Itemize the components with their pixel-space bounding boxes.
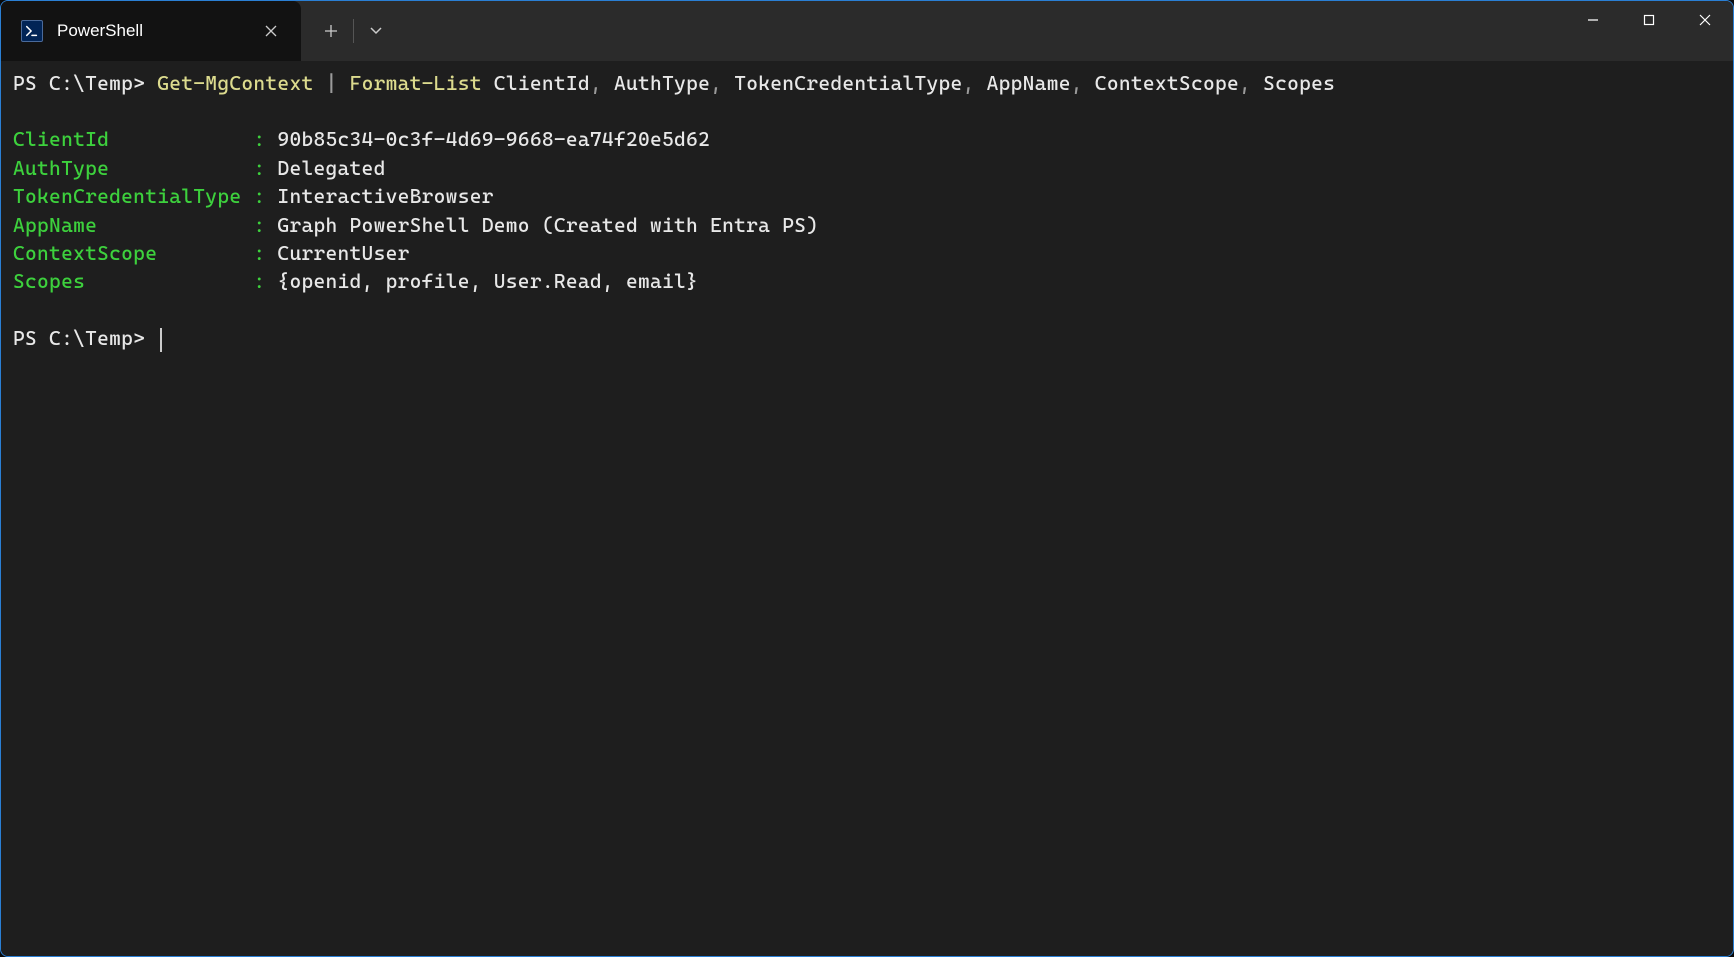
comma-separator: , [590, 71, 602, 95]
command-arg: ContextScope [1083, 71, 1239, 95]
property-name: Scopes : [13, 269, 277, 293]
command-args-prefix [482, 71, 494, 95]
property-name: ClientId : [13, 127, 277, 151]
terminal-window: PowerShell [0, 0, 1734, 957]
command-arg: AppName [975, 71, 1071, 95]
tab-actions [301, 1, 394, 61]
output-row: ClientId : 90b85c34-0c3f-4d69-9668-ea74f… [13, 125, 1721, 153]
command-arg: TokenCredentialType [722, 71, 962, 95]
window-controls [1565, 1, 1733, 61]
minimize-button[interactable] [1565, 1, 1621, 39]
property-value: {openid, profile, User.Read, email} [277, 269, 698, 293]
property-value: 90b85c34-0c3f-4d69-9668-ea74f20e5d62 [277, 127, 710, 151]
command-arg: Scopes [1251, 71, 1335, 95]
comma-separator: , [963, 71, 975, 95]
prompt-line-2: PS C:\Temp> [13, 324, 1721, 352]
tab-powershell[interactable]: PowerShell [1, 1, 301, 61]
command-arg: ClientId [494, 71, 590, 95]
property-name: AuthType : [13, 156, 277, 180]
prompt-text-2: PS C:\Temp> [13, 326, 157, 350]
new-tab-button[interactable] [313, 13, 349, 49]
property-value: Delegated [277, 156, 385, 180]
output-row: Scopes : {openid, profile, User.Read, em… [13, 267, 1721, 295]
cursor [160, 328, 162, 352]
powershell-icon [21, 20, 43, 42]
terminal-body[interactable]: PS C:\Temp> Get-MgContext | Format-List … [1, 61, 1733, 956]
command-name-1: Get-MgContext [157, 71, 313, 95]
titlebar[interactable]: PowerShell [1, 1, 1733, 61]
command-name-2: Format-List [350, 71, 482, 95]
property-name: TokenCredentialType : [13, 184, 277, 208]
comma-separator: , [1071, 71, 1083, 95]
comma-separator: , [1239, 71, 1251, 95]
property-value: InteractiveBrowser [277, 184, 493, 208]
output-row: ContextScope : CurrentUser [13, 239, 1721, 267]
command-arg: AuthType [602, 71, 710, 95]
tab-close-button[interactable] [259, 19, 283, 43]
output-row: AuthType : Delegated [13, 154, 1721, 182]
tab-divider [353, 19, 354, 43]
comma-separator: , [710, 71, 722, 95]
property-value: Graph PowerShell Demo (Created with Entr… [277, 213, 818, 237]
property-name: ContextScope : [13, 241, 277, 265]
titlebar-left: PowerShell [1, 1, 394, 61]
property-name: AppName : [13, 213, 277, 237]
output-row: TokenCredentialType : InteractiveBrowser [13, 182, 1721, 210]
prompt-text: PS C:\Temp> [13, 71, 157, 95]
tab-dropdown-button[interactable] [358, 13, 394, 49]
command-line: PS C:\Temp> Get-MgContext | Format-List … [13, 69, 1721, 97]
output-block: ClientId : 90b85c34-0c3f-4d69-9668-ea74f… [13, 125, 1721, 295]
property-value: CurrentUser [277, 241, 409, 265]
maximize-button[interactable] [1621, 1, 1677, 39]
tab-title: PowerShell [57, 21, 245, 41]
close-button[interactable] [1677, 1, 1733, 39]
pipe-operator: | [313, 71, 349, 95]
output-row: AppName : Graph PowerShell Demo (Created… [13, 211, 1721, 239]
command-args: ClientId, AuthType, TokenCredentialType,… [494, 71, 1335, 95]
